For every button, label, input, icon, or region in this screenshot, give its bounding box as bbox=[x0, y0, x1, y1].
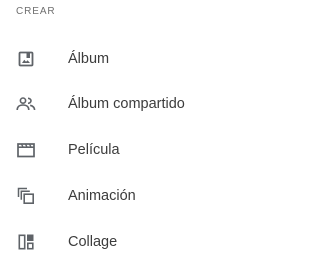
menu-item-label: Película bbox=[68, 142, 120, 158]
section-header-crear: CREAR bbox=[16, 6, 56, 17]
menu-item-movie[interactable]: Película bbox=[0, 127, 250, 173]
menu-item-album[interactable]: Álbum bbox=[0, 36, 250, 82]
menu-item-collage[interactable]: Collage bbox=[0, 219, 250, 265]
movie-icon bbox=[15, 139, 37, 161]
shared-album-icon bbox=[15, 93, 37, 115]
animation-icon bbox=[15, 185, 37, 207]
menu-item-label: Álbum compartido bbox=[68, 96, 185, 112]
collage-icon bbox=[15, 231, 37, 253]
menu-item-animation[interactable]: Animación bbox=[0, 173, 250, 219]
menu-item-label: Animación bbox=[68, 188, 136, 204]
menu-item-shared-album[interactable]: Álbum compartido bbox=[0, 81, 250, 127]
menu-item-label: Álbum bbox=[68, 51, 110, 67]
menu-item-label: Collage bbox=[68, 234, 118, 250]
create-menu: CREAR Álbum Álbum compartido Película An… bbox=[0, 0, 250, 262]
album-icon bbox=[15, 48, 37, 70]
